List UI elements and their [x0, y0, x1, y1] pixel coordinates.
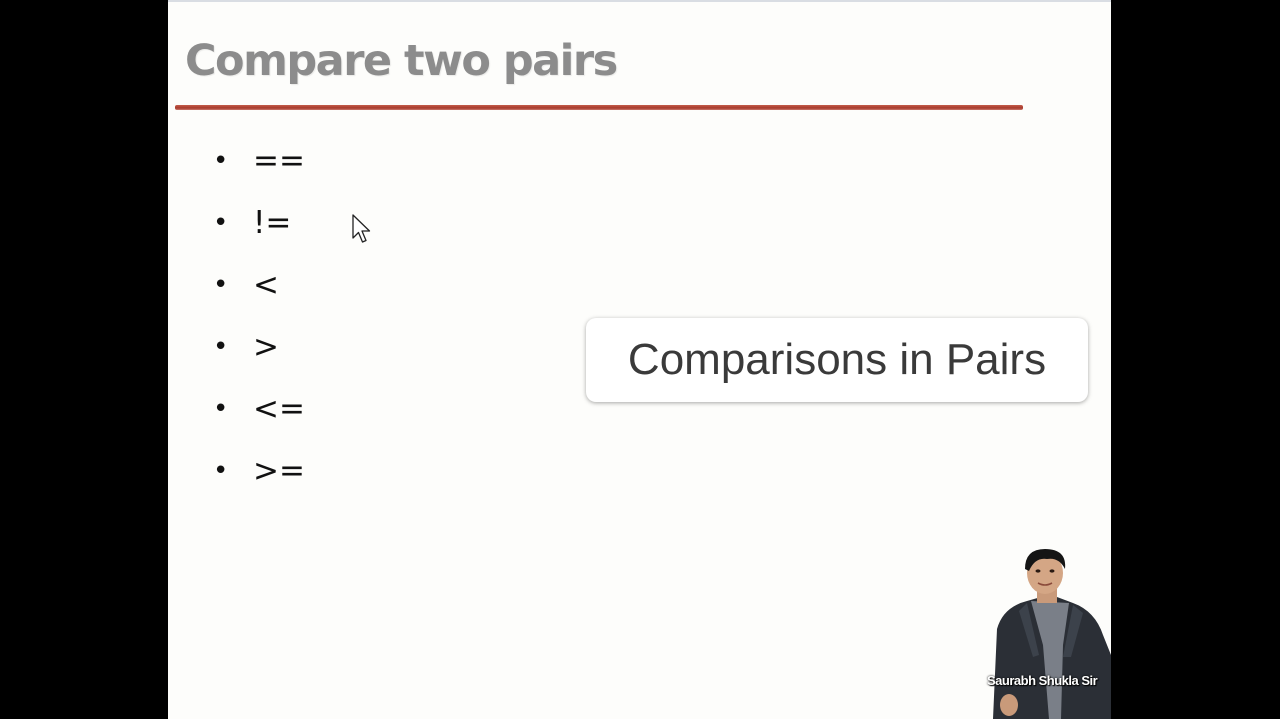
operator-text: ==	[253, 142, 305, 179]
bullet-icon: •	[213, 394, 229, 424]
caption-callout: Comparisons in Pairs	[586, 318, 1088, 402]
operator-item-greater-than: • >	[213, 316, 305, 378]
operator-text: >=	[253, 452, 305, 489]
operator-text: <=	[253, 390, 305, 427]
caption-text: Comparisons in Pairs	[627, 335, 1047, 384]
operator-item-equal: • ==	[213, 130, 305, 192]
presentation-slide: Compare two pairs • == • != • < • > • <=…	[168, 0, 1111, 719]
operator-item-less-than: • <	[213, 254, 305, 316]
slide-title: Compare two pairs	[185, 36, 618, 86]
operator-list: • == • != • < • > • <= • >=	[213, 130, 305, 502]
operator-text: >	[253, 328, 279, 365]
slide-top-edge	[168, 0, 1111, 2]
operator-item-greater-equal: • >=	[213, 440, 305, 502]
operator-text: <	[253, 266, 279, 303]
presenter-video-overlay: Saurabh Shukla Sir	[983, 545, 1111, 719]
bullet-icon: •	[213, 456, 229, 486]
presenter-avatar	[993, 549, 1111, 719]
mouse-pointer-icon	[352, 214, 371, 243]
title-underline	[175, 105, 1023, 110]
bullet-icon: •	[213, 332, 229, 362]
bullet-icon: •	[213, 270, 229, 300]
operator-item-less-equal: • <=	[213, 378, 305, 440]
bullet-icon: •	[213, 208, 229, 238]
presenter-name: Saurabh Shukla Sir	[987, 673, 1098, 688]
operator-text: !=	[253, 204, 292, 241]
bullet-icon: •	[213, 146, 229, 176]
operator-item-not-equal: • !=	[213, 192, 305, 254]
